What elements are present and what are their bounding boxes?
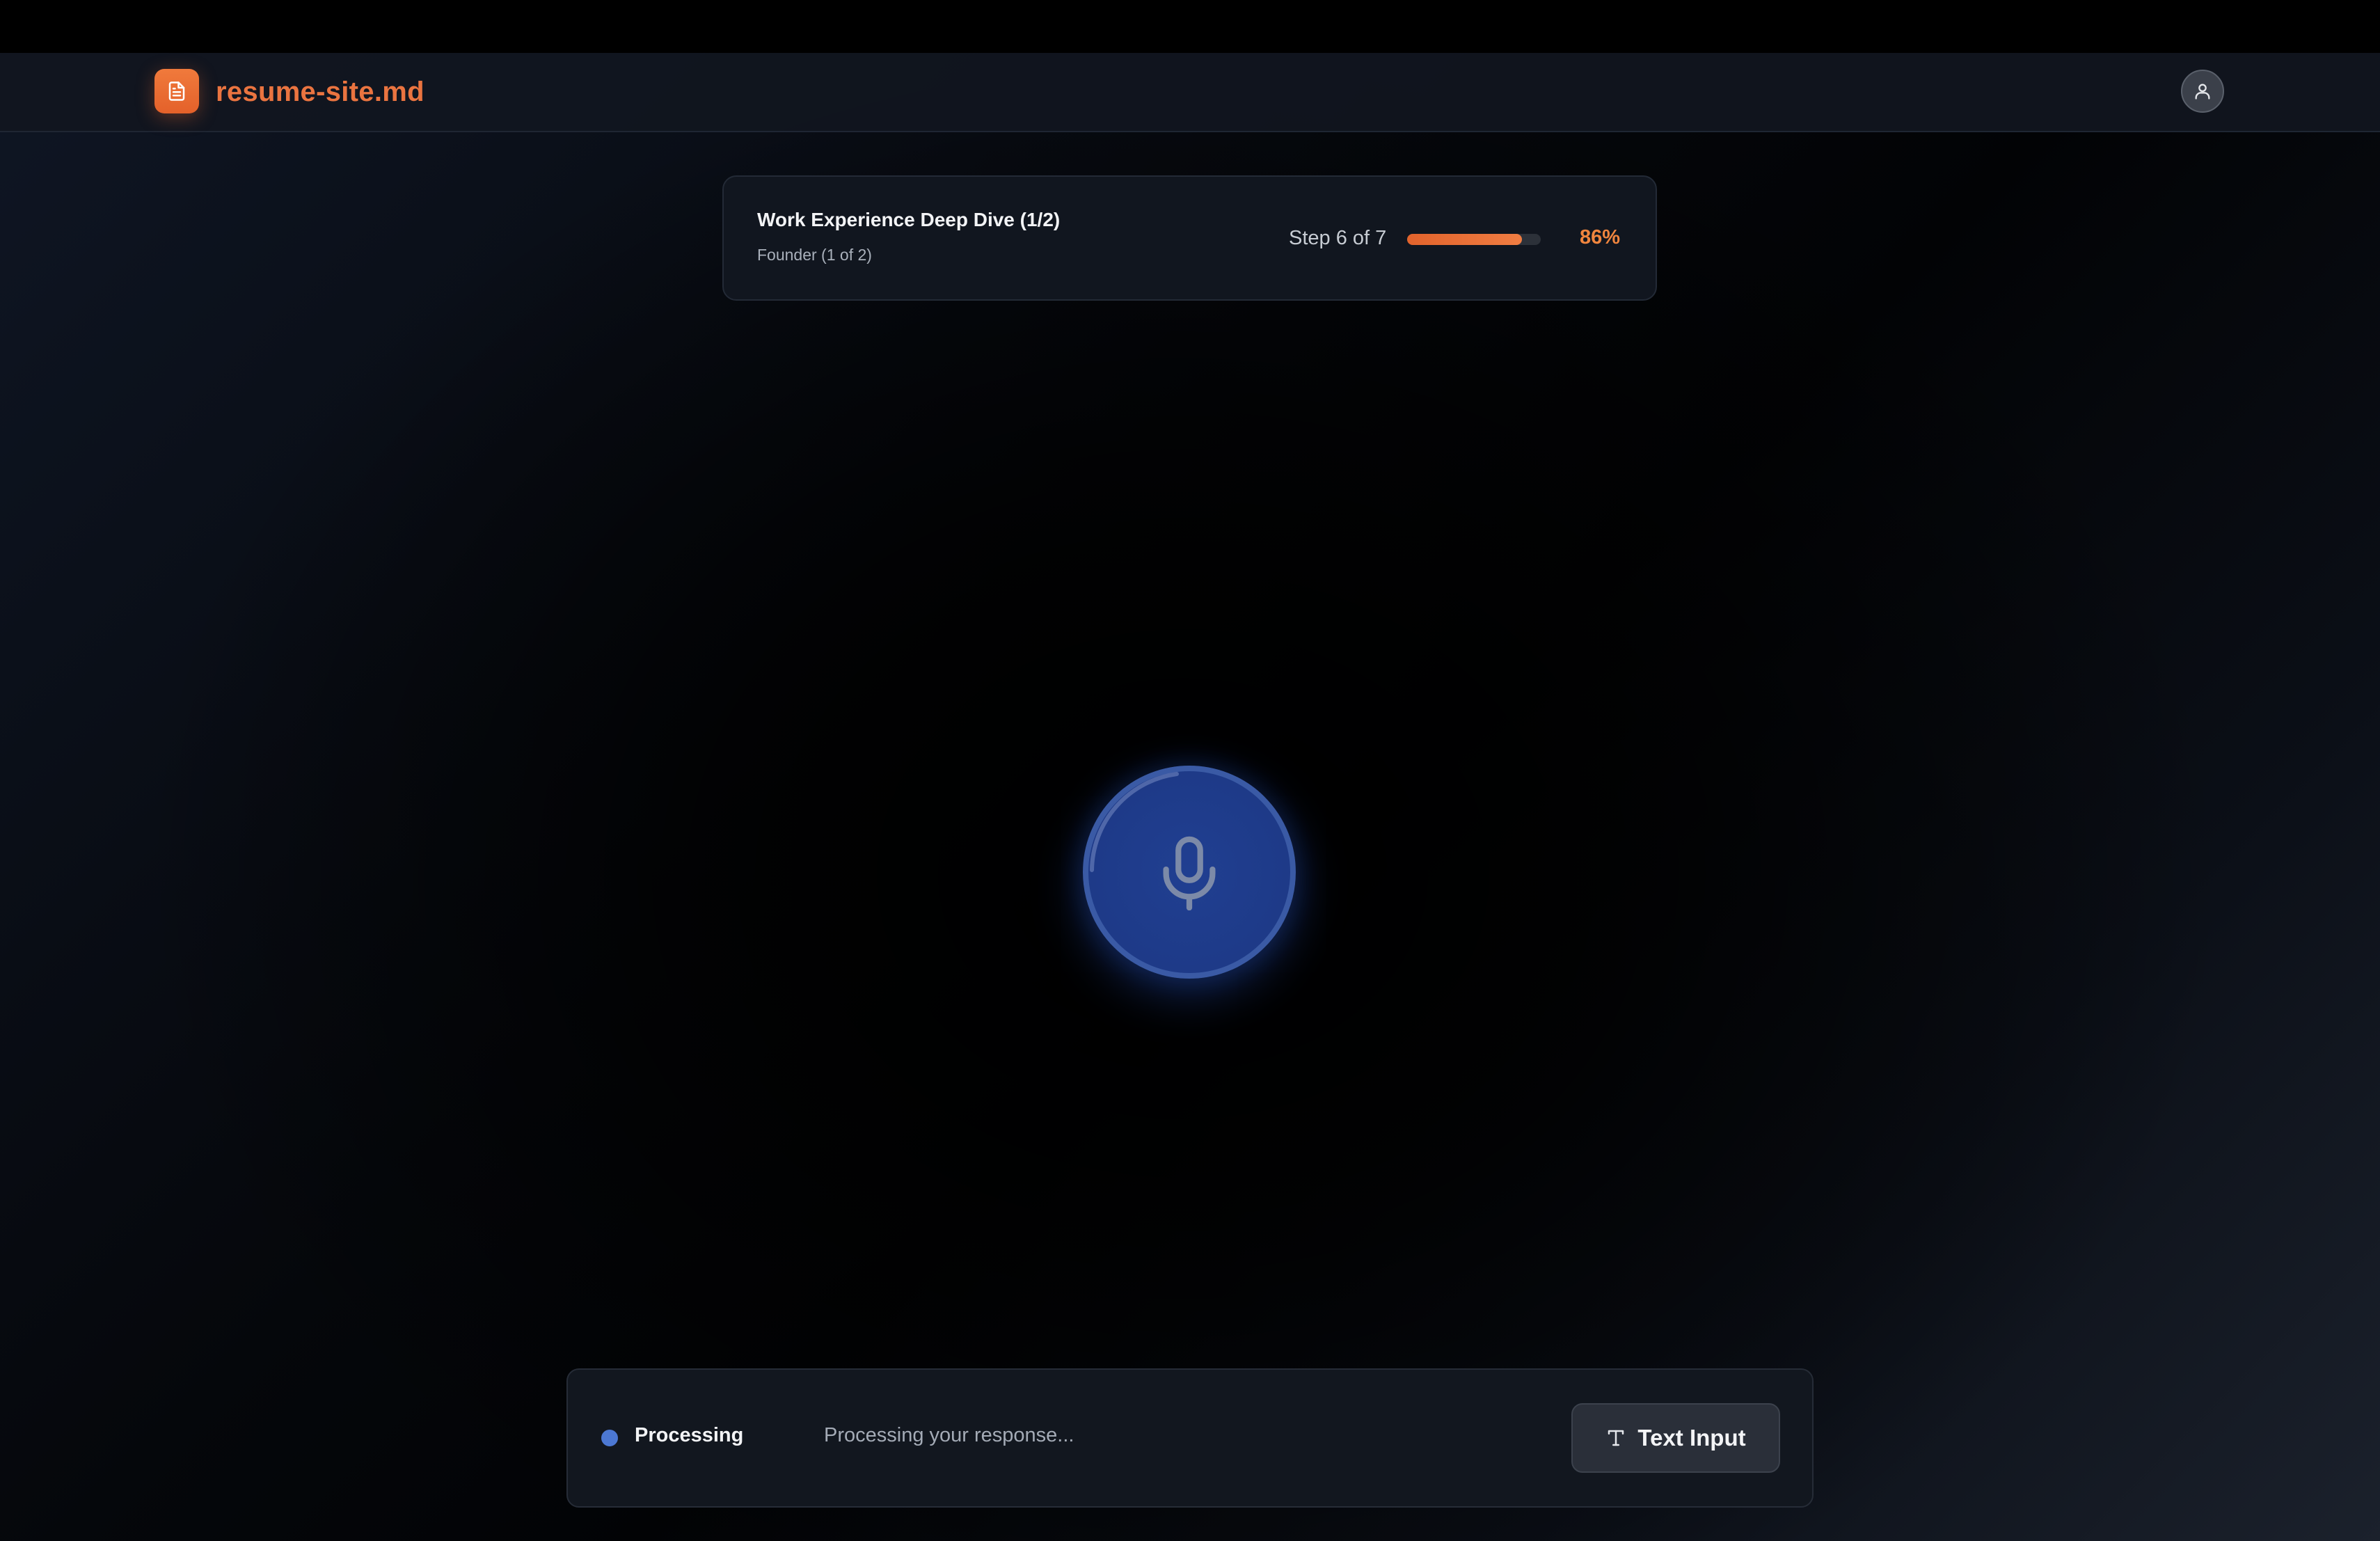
microphone-icon [1163,836,1216,910]
progress-bar [1407,234,1541,245]
status-panel: Processing Processing your response... T… [566,1368,1814,1508]
section-subtitle: Founder (1 of 2) [757,246,872,264]
progress-bar-fill [1407,234,1523,245]
app-logo-text[interactable]: resume-site.md [216,72,425,111]
status-label: Processing [635,1424,744,1446]
progress-percent: 86% [1580,226,1621,248]
section-title: Work Experience Deep Dive (1/2) [757,209,1061,230]
microphone-button[interactable] [1083,766,1296,979]
text-input-button[interactable]: Text Input [1571,1403,1780,1473]
processing-indicator-dot [601,1430,618,1446]
app-window: resume-site.md Work Experience Deep Dive… [0,53,2380,1541]
user-avatar-button[interactable] [2181,70,2224,113]
status-message: Processing your response... [824,1424,1074,1446]
type-icon [1605,1428,1626,1448]
document-icon [168,81,185,101]
app-header: resume-site.md [0,53,2380,132]
text-input-label: Text Input [1637,1425,1746,1451]
user-icon [2195,84,2210,100]
interview-progress-card: Work Experience Deep Dive (1/2) Founder … [722,175,1657,301]
screen-top-bar [0,0,2380,53]
step-counter: Step 6 of 7 [1289,227,1387,249]
logo-badge[interactable] [154,69,199,113]
